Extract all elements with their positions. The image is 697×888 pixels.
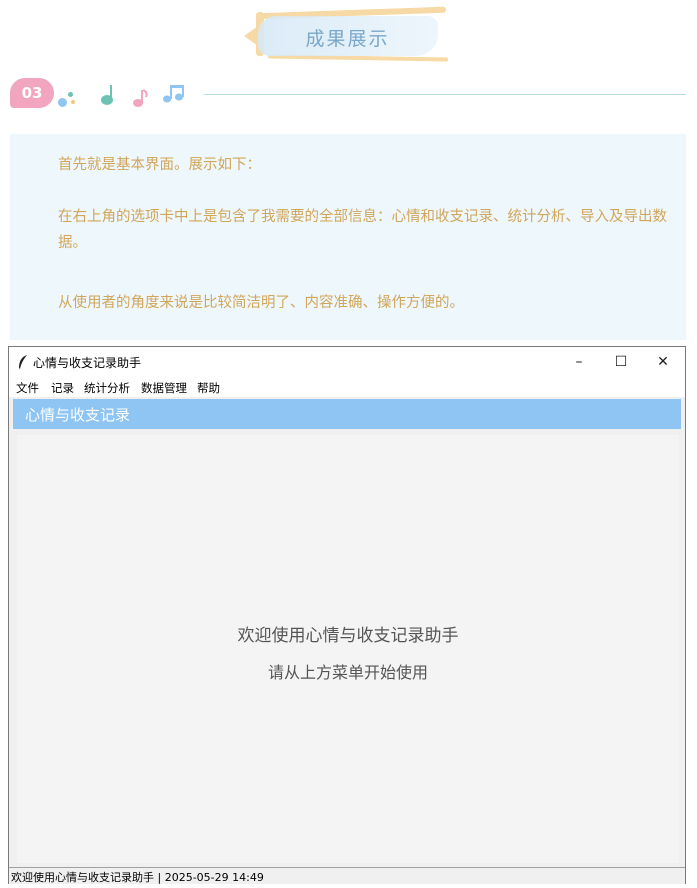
description-paragraph: 从使用者的角度来说是比较简洁明了、内容准确、操作方便的。	[58, 295, 464, 311]
section-number-badge: 03	[10, 78, 54, 108]
music-note-icon	[101, 85, 113, 105]
menu-file[interactable]: 文件	[16, 380, 39, 396]
description-panel: 首先就是基本界面。展示如下： 在右上角的选项卡中上是包含了我需要的全部信息：心情…	[10, 134, 686, 340]
menu-help[interactable]: 帮助	[197, 380, 220, 396]
banner-title: 成果展示	[305, 28, 390, 50]
status-text: 欢迎使用心情与收支记录助手 | 2025-05-29 14:49	[11, 871, 264, 884]
menu-bar: 文件 记录 统计分析 数据管理 帮助	[9, 377, 685, 397]
dot-icon	[68, 92, 73, 97]
section-divider-line	[204, 94, 686, 95]
menu-statistics[interactable]: 统计分析	[84, 380, 130, 396]
minimize-button[interactable]: –	[557, 347, 601, 377]
welcome-hint: 请从上方菜单开始使用	[267, 663, 428, 682]
close-button[interactable]: ✕	[641, 347, 685, 377]
main-content: 欢迎使用心情与收支记录助手 请从上方菜单开始使用	[17, 435, 679, 863]
section-banner: 成果展示	[240, 6, 455, 62]
maximize-button[interactable]: ☐	[599, 347, 643, 377]
menu-records[interactable]: 记录	[51, 380, 74, 396]
description-paragraph: 首先就是基本界面。展示如下：	[58, 157, 261, 173]
status-bar: 欢迎使用心情与收支记录助手 | 2025-05-29 14:49	[9, 867, 685, 884]
description-paragraph: 在右上角的选项卡中上是包含了我需要的全部信息：心情和收支记录、统计分析、导入及导…	[58, 209, 667, 251]
app-window: 心情与收支记录助手 – ☐ ✕ 文件 记录 统计分析 数据管理 帮助 心情与收支…	[8, 346, 686, 884]
dot-icon	[71, 100, 75, 104]
feather-icon	[19, 355, 27, 369]
window-titlebar[interactable]: 心情与收支记录助手 – ☐ ✕	[9, 347, 685, 377]
music-notes-decoration	[56, 82, 206, 112]
music-note-icon	[133, 89, 148, 107]
music-notes-icon	[163, 85, 184, 103]
page-header: 心情与收支记录	[13, 399, 681, 429]
welcome-message: 欢迎使用心情与收支记录助手	[237, 626, 459, 646]
page-title: 心情与收支记录	[25, 406, 131, 424]
dot-icon	[58, 98, 67, 107]
menu-data-management[interactable]: 数据管理	[141, 380, 187, 396]
window-title: 心情与收支记录助手	[33, 356, 142, 370]
